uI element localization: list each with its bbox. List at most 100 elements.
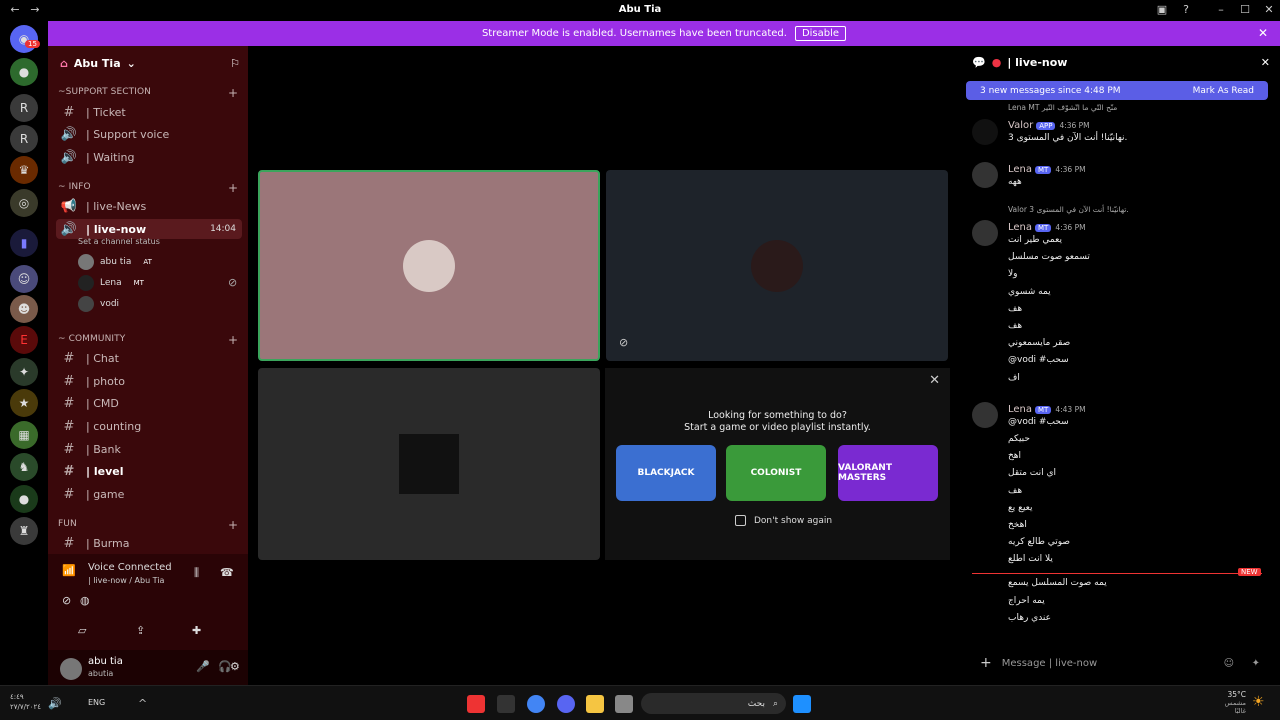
mark-as-read-button[interactable]: Mark As Read bbox=[1193, 86, 1254, 96]
server-icon-4[interactable]: ♛ bbox=[10, 156, 38, 184]
screen-share-icon[interactable]: ⇪ bbox=[136, 624, 145, 637]
hash-icon: # bbox=[63, 535, 75, 551]
channel-burma[interactable]: # | Burma bbox=[56, 533, 242, 553]
server-icon-13[interactable]: ♞ bbox=[10, 453, 38, 481]
plus-icon[interactable]: + bbox=[980, 655, 992, 671]
app-icon-2[interactable] bbox=[497, 695, 515, 713]
server-icon-10[interactable]: ✦ bbox=[10, 358, 38, 386]
avatar[interactable] bbox=[972, 162, 998, 188]
add-channel-icon[interactable]: + bbox=[228, 518, 238, 532]
microphone-icon[interactable]: 🎤 bbox=[196, 660, 210, 673]
help-icon[interactable]: ? bbox=[1179, 3, 1193, 17]
voice-user-lena[interactable]: Lena MT bbox=[78, 274, 147, 292]
message-text: اي انت متقل bbox=[1008, 468, 1057, 478]
noise-suppression-icon[interactable]: ⫼ bbox=[194, 566, 199, 580]
server-icon-3[interactable]: R bbox=[10, 125, 38, 153]
message-text: @vodi #سحب bbox=[1008, 355, 1069, 365]
avatar[interactable] bbox=[972, 402, 998, 428]
reply-preview[interactable]: Lena MT منّح التّي ما اتّشوّف التّير bbox=[1008, 103, 1117, 112]
windows-start-icon[interactable] bbox=[793, 695, 811, 713]
server-icon-7[interactable]: ☺ bbox=[10, 265, 38, 293]
channel-ticket[interactable]: # | Ticket bbox=[56, 102, 242, 122]
channel-counting[interactable]: # | counting bbox=[56, 416, 242, 436]
chrome-icon[interactable] bbox=[527, 695, 545, 713]
game-colonist[interactable]: COLONIST bbox=[726, 445, 826, 501]
weather[interactable]: 35°C مشمس غالبًا bbox=[1212, 690, 1246, 715]
channel-chat[interactable]: # | Chat bbox=[56, 348, 242, 368]
channel-level[interactable]: # | level bbox=[56, 461, 242, 481]
volume-icon[interactable]: 🔊 bbox=[48, 697, 62, 710]
file-explorer-icon[interactable] bbox=[586, 695, 604, 713]
server-icon-1[interactable]: ● bbox=[10, 58, 38, 86]
settings-gear-icon[interactable]: ⚙ bbox=[230, 660, 240, 673]
apps-icon[interactable]: ✦ bbox=[1252, 658, 1260, 669]
add-channel-icon[interactable]: + bbox=[228, 181, 238, 195]
dont-show-again[interactable]: Don't show again bbox=[735, 515, 832, 526]
server-icon-9[interactable]: E bbox=[10, 326, 38, 354]
message-input[interactable]: + Message | live-now ☺ ✦ bbox=[968, 648, 1270, 678]
disconnect-icon[interactable]: ☎ bbox=[220, 566, 234, 579]
camera-off-icon[interactable]: ▱ bbox=[78, 624, 86, 637]
emoji-icon[interactable]: ☺ bbox=[1224, 658, 1234, 669]
maximize-icon[interactable]: ☐ bbox=[1238, 3, 1252, 17]
channel-game[interactable]: # | game bbox=[56, 484, 242, 504]
add-member-icon[interactable]: ⚐ bbox=[230, 57, 240, 70]
server-icon-5[interactable]: ◎ bbox=[10, 189, 38, 217]
game-blackjack[interactable]: BLACKJACK bbox=[616, 445, 716, 501]
close-chat-icon[interactable]: ✕ bbox=[1261, 56, 1270, 69]
avatar[interactable] bbox=[60, 658, 82, 680]
channel-status[interactable]: Set a channel status bbox=[78, 237, 160, 246]
channel-live-news[interactable]: 📢 | live-News bbox=[56, 196, 242, 216]
activities-icon[interactable]: ✚ bbox=[192, 624, 201, 637]
channel-cmd[interactable]: # | CMD bbox=[56, 393, 242, 413]
disable-button[interactable]: Disable bbox=[794, 26, 847, 41]
video-tile-abu-tia[interactable] bbox=[258, 170, 600, 361]
discord-taskbar-icon[interactable] bbox=[557, 695, 575, 713]
app-icon-1[interactable] bbox=[467, 695, 485, 713]
category-info[interactable]: ~ INFO bbox=[58, 182, 91, 192]
message-header: Lena MT 4:43 PM bbox=[1008, 404, 1086, 415]
minimize-icon[interactable]: – bbox=[1214, 3, 1228, 17]
category-support[interactable]: ~SUPPORT SECTION bbox=[58, 87, 151, 97]
app-icon-3[interactable] bbox=[615, 695, 633, 713]
close-banner-icon[interactable]: ✕ bbox=[1258, 26, 1268, 40]
server-header[interactable]: ⌂ Abu Tia ⌄ ⚐ bbox=[48, 46, 248, 80]
voice-user-vodi[interactable]: vodi bbox=[78, 295, 119, 313]
add-channel-icon[interactable]: + bbox=[228, 86, 238, 100]
add-channel-icon[interactable]: + bbox=[228, 333, 238, 347]
checkbox[interactable] bbox=[735, 515, 746, 526]
server-icon-15[interactable]: ♜ bbox=[10, 517, 38, 545]
channel-support-voice[interactable]: 🔊 | Support voice bbox=[56, 124, 242, 144]
avatar[interactable] bbox=[972, 119, 998, 145]
channel-live-now[interactable]: 🔊 | live-now 14:04 bbox=[56, 219, 242, 239]
close-icon[interactable]: ✕ bbox=[929, 373, 940, 388]
chevron-up-icon[interactable]: ^ bbox=[138, 697, 147, 710]
language-indicator[interactable]: ENG bbox=[88, 698, 105, 707]
voice-connected-channel[interactable]: | live-now / Abu Tia bbox=[88, 576, 164, 585]
video-tile-vodi[interactable] bbox=[258, 368, 600, 560]
new-messages-bar[interactable]: 3 new messages since 4:48 PM Mark As Rea… bbox=[966, 81, 1268, 100]
server-icon-12[interactable]: ▦ bbox=[10, 421, 38, 449]
voice-user-abu-tia[interactable]: abu tia AT bbox=[78, 253, 155, 271]
message-header: Lena MT 4:36 PM bbox=[1008, 222, 1086, 233]
inbox-icon[interactable]: ▣ bbox=[1155, 3, 1169, 17]
avatar[interactable] bbox=[972, 220, 998, 246]
close-window-icon[interactable]: ✕ bbox=[1262, 3, 1276, 17]
server-icon-14[interactable]: ● bbox=[10, 485, 38, 513]
category-community[interactable]: ~ COMMUNITY bbox=[58, 334, 125, 344]
video-tile-lena[interactable]: ⊘ bbox=[606, 170, 948, 361]
server-icon-6[interactable]: ▮ bbox=[10, 229, 38, 257]
category-fun[interactable]: FUN bbox=[58, 519, 77, 529]
server-icon-2[interactable]: R bbox=[10, 94, 38, 122]
server-icon-8[interactable]: ☻ bbox=[10, 295, 38, 323]
channel-bank[interactable]: # | Bank bbox=[56, 439, 242, 459]
reply-preview[interactable]: Valor تهانيّنا! أنت الآن في المستوى 3. bbox=[1008, 205, 1129, 214]
muted-icon: ⊘ bbox=[62, 594, 72, 607]
home-button[interactable]: ◉ bbox=[10, 25, 38, 53]
taskbar-search[interactable]: بحث ⌕ bbox=[641, 693, 786, 714]
channel-photo[interactable]: # | photo bbox=[56, 371, 242, 391]
clock[interactable]: ٤:٤٩ ٢٧/٧/٢٠٢٤ bbox=[10, 692, 41, 712]
server-icon-11[interactable]: ★ bbox=[10, 389, 38, 417]
channel-waiting[interactable]: 🔊 | Waiting bbox=[56, 147, 242, 167]
game-valorant[interactable]: VALORANT MASTERS bbox=[838, 445, 938, 501]
